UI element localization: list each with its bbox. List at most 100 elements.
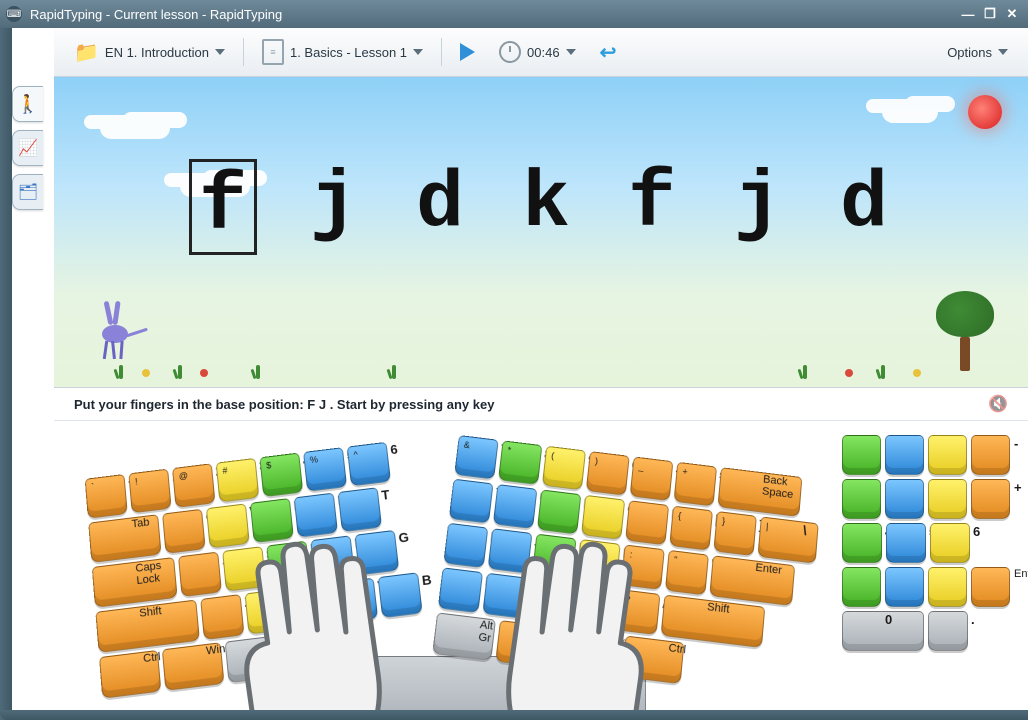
key--[interactable]: .	[928, 611, 968, 651]
key--[interactable]: `~	[85, 474, 128, 519]
key-enter[interactable]: Enter	[971, 567, 1010, 607]
key--[interactable]: {[	[669, 506, 713, 551]
key-caps-lock[interactable]: Caps Lock	[92, 557, 178, 608]
play-button[interactable]	[454, 39, 481, 65]
key--0[interactable]: )0	[586, 451, 630, 496]
lesson-text: fjdkfjd	[54, 159, 1028, 255]
key-2[interactable]: 2	[885, 567, 924, 607]
key-win[interactable]: Win	[495, 620, 559, 669]
key-w[interactable]: W	[206, 503, 250, 548]
key-c[interactable]: C	[289, 583, 334, 629]
maximize-button[interactable]: ❐	[980, 6, 1000, 22]
back-button[interactable]: ↩	[594, 36, 623, 69]
key--2[interactable]: @2	[172, 463, 215, 508]
key--3[interactable]: #3	[216, 458, 260, 503]
key--[interactable]: -	[971, 435, 1010, 475]
key--[interactable]: /	[885, 435, 924, 475]
caret-down-icon	[413, 49, 423, 55]
key-9[interactable]: 9	[928, 479, 967, 519]
key-0[interactable]: 0	[842, 611, 924, 651]
key-back-space[interactable]: Back Space	[717, 467, 802, 517]
key-n[interactable]: N	[438, 567, 483, 613]
key-b[interactable]: B	[378, 572, 423, 618]
caret-down-icon	[566, 49, 576, 55]
key-v[interactable]: V	[333, 578, 378, 624]
key--[interactable]: "'	[665, 550, 709, 596]
key--[interactable]: +	[971, 479, 1010, 519]
key--[interactable]: }]	[713, 511, 757, 556]
cloud-decor	[100, 117, 170, 139]
key--[interactable]: _-	[630, 456, 674, 501]
key-win[interactable]: Win	[162, 642, 225, 691]
key--8[interactable]: *8	[498, 440, 542, 485]
key--[interactable]: >.	[571, 584, 616, 630]
content-area: 📁 EN 1. Introduction ≡ 1. Basics - Lesso…	[12, 28, 1028, 710]
person-icon: 🚶	[17, 94, 39, 115]
options-menu[interactable]: Options	[941, 41, 1014, 64]
key--7[interactable]: &7	[454, 435, 499, 480]
key-alt-gr[interactable]: Alt Gr	[432, 612, 496, 661]
lesson-selector[interactable]: ≡ 1. Basics - Lesson 1	[256, 35, 429, 69]
key--[interactable]: *	[928, 435, 967, 475]
key-l[interactable]: L	[576, 539, 620, 585]
key-tab[interactable]: Tab	[88, 514, 161, 563]
key-menu[interactable]: Menu	[558, 628, 621, 677]
key-r[interactable]: R	[294, 493, 338, 538]
key-i[interactable]: I	[537, 489, 581, 534]
key-x[interactable]: X	[245, 589, 290, 635]
key-d[interactable]: D	[266, 541, 310, 587]
key-alt[interactable]: Alt	[225, 635, 288, 684]
sound-toggle[interactable]: 🔇	[988, 394, 1008, 414]
key-num-lock[interactable]: Num Lock	[842, 435, 881, 475]
key-o[interactable]: O	[581, 495, 625, 540]
key-k[interactable]: K	[532, 534, 577, 579]
key-a[interactable]: A	[178, 552, 222, 598]
key-j[interactable]: J	[488, 528, 533, 573]
key-q[interactable]: Q	[162, 509, 206, 554]
timer-selector[interactable]: 00:46	[493, 37, 582, 67]
key-t[interactable]: T	[338, 487, 382, 532]
key-ctrl[interactable]: Ctrl	[622, 635, 685, 684]
course-label: EN 1. Introduction	[105, 45, 209, 60]
key-h[interactable]: H	[443, 523, 488, 568]
key--[interactable]: ?/	[616, 589, 661, 635]
key-shift[interactable]: Shift	[95, 600, 200, 654]
key-e[interactable]: E	[250, 498, 294, 543]
key--6[interactable]: ^6	[347, 442, 391, 487]
sidetab-stats[interactable]: 📈	[12, 130, 43, 166]
key--[interactable]: |\	[757, 516, 818, 563]
key-7[interactable]: 7	[842, 479, 881, 519]
key-f[interactable]: F	[310, 535, 355, 581]
course-selector[interactable]: 📁 EN 1. Introduction	[68, 36, 231, 69]
key-u[interactable]: U	[493, 484, 538, 529]
sidetab-library[interactable]: 🗂	[12, 174, 43, 210]
key-3[interactable]: 3	[928, 567, 967, 607]
key-8[interactable]: 8	[885, 479, 924, 519]
toolbar-separator	[441, 38, 442, 66]
key-6[interactable]: 6	[930, 523, 970, 563]
key-enter[interactable]: Enter	[709, 555, 795, 606]
key--[interactable]: :;	[621, 544, 665, 590]
key--[interactable]: <,	[527, 578, 572, 624]
key-m[interactable]: M	[482, 573, 527, 619]
key-y[interactable]: Y	[449, 479, 494, 524]
key-5[interactable]: 5	[886, 523, 926, 563]
key--4[interactable]: $4	[259, 453, 303, 498]
sidetab-lesson[interactable]: 🚶	[12, 86, 43, 122]
key-4[interactable]: 4	[842, 523, 882, 563]
key-shift[interactable]: Shift	[661, 595, 766, 648]
key--5[interactable]: %5	[303, 447, 347, 492]
close-button[interactable]: ✕	[1002, 6, 1022, 22]
key-p[interactable]: P	[625, 500, 669, 545]
sun-decor	[968, 95, 1002, 129]
minimize-button[interactable]: —	[958, 7, 978, 22]
key-g[interactable]: G	[355, 530, 400, 575]
key-z[interactable]: Z	[200, 594, 244, 640]
lesson-char: k	[517, 159, 575, 249]
key-1[interactable]: 1	[842, 567, 881, 607]
key--[interactable]: +=	[674, 462, 718, 507]
key-ctrl[interactable]: Ctrl	[99, 650, 161, 699]
key--1[interactable]: !1	[128, 469, 171, 514]
key--9[interactable]: (9	[542, 446, 586, 491]
key-s[interactable]: S	[222, 546, 266, 592]
